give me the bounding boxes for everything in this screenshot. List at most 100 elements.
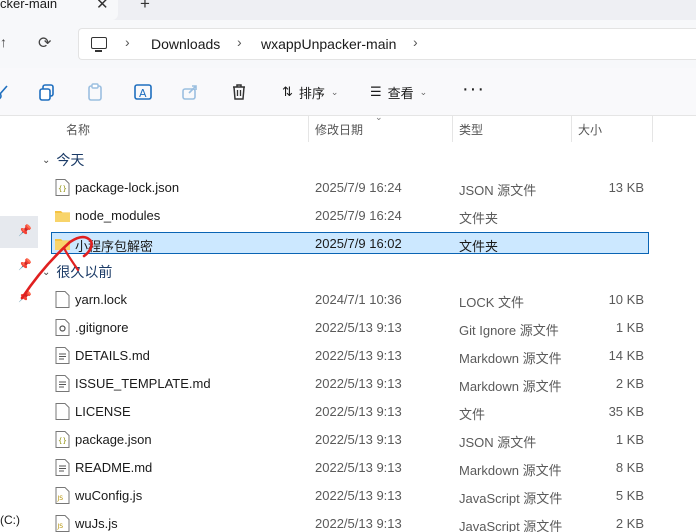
table-row-selected[interactable]: 小程序包解密 2025/7/9 16:02 文件夹: [38, 230, 696, 258]
file-name[interactable]: DETAILS.md: [75, 348, 150, 363]
table-row[interactable]: {} package.json 2022/5/13 9:13 JSON 源文件 1 KB: [38, 426, 696, 454]
column-header-type[interactable]: 类型: [459, 121, 483, 138]
svg-text:{}: {}: [58, 437, 67, 445]
file-name[interactable]: package-lock.json: [75, 180, 179, 195]
chevron-down-icon: ⌄: [42, 154, 51, 166]
rename-icon[interactable]: A: [133, 82, 153, 102]
file-name[interactable]: wuJs.js: [75, 516, 118, 531]
file-name[interactable]: node_modules: [75, 208, 160, 223]
more-options-button[interactable]: ···: [462, 78, 485, 101]
file-type: Git Ignore 源文件: [459, 323, 559, 338]
table-row[interactable]: JS wuConfig.js 2022/5/13 9:13 JavaScript 源文…: [38, 482, 696, 510]
table-row[interactable]: DETAILS.md 2022/5/13 9:13 Markdown 源文件 14 K…: [38, 342, 696, 370]
file-name[interactable]: LICENSE: [75, 404, 131, 419]
js-file-icon: JS: [55, 487, 70, 504]
chevron-down-icon: ⌄: [330, 86, 339, 97]
file-name[interactable]: package.json: [75, 432, 152, 447]
file-date: 2022/5/13 9:13: [315, 488, 402, 503]
this-pc-icon[interactable]: [91, 37, 107, 52]
file-name[interactable]: ISSUE_TEMPLATE.md: [75, 376, 211, 391]
column-divider[interactable]: [308, 116, 309, 142]
column-headers: 名称 ⌄ 修改日期 类型 大小: [38, 116, 696, 142]
column-divider[interactable]: [571, 116, 572, 142]
table-row[interactable]: README.md 2022/5/13 9:13 Markdown 源文件 8 KB: [38, 454, 696, 482]
table-row[interactable]: JS wuJs.js 2022/5/13 9:13 JavaScript 源文件 2 K…: [38, 510, 696, 532]
table-row[interactable]: .gitignore 2022/5/13 9:13 Git Ignore 源文件 1 …: [38, 314, 696, 342]
file-date: 2025/7/9 16:02: [315, 236, 402, 251]
file-name[interactable]: wuConfig.js: [75, 488, 142, 503]
annotation-scribble: [20, 235, 93, 300]
up-arrow-icon[interactable]: ↑: [0, 34, 7, 50]
command-bar: A ⇅ 排序 ⌄ ☰ 查看 ⌄ ···: [0, 68, 696, 116]
delete-icon[interactable]: [229, 82, 249, 102]
file-type: 文件: [459, 407, 486, 422]
tab-active[interactable]: cker-main ✕: [0, 0, 118, 20]
breadcrumb-wxappunpacker-main[interactable]: wxappUnpacker-main: [261, 36, 396, 52]
sort-button[interactable]: ⇅ 排序 ⌄: [282, 82, 338, 102]
breadcrumb-downloads[interactable]: Downloads: [151, 36, 220, 52]
file-name[interactable]: README.md: [75, 460, 152, 475]
file-date: 2025/7/9 16:24: [315, 208, 402, 223]
table-row[interactable]: yarn.lock 2024/7/1 10:36 LOCK 文件 10 KB: [38, 286, 696, 314]
file-type: LOCK 文件: [459, 295, 525, 310]
close-icon[interactable]: ✕: [96, 0, 109, 13]
file-type: JSON 源文件: [459, 435, 537, 450]
file-size: 5 KB: [615, 488, 644, 503]
new-tab-button[interactable]: +: [140, 0, 150, 14]
breadcrumb-separator[interactable]: ›: [125, 34, 130, 50]
svg-text:JS: JS: [57, 495, 64, 502]
js-file-icon: JS: [55, 515, 70, 532]
json-file-icon: {}: [55, 179, 70, 196]
file-list: 名称 ⌄ 修改日期 类型 大小 ⌄ 今天 {} package-lock.json…: [38, 116, 696, 532]
markdown-file-icon: [55, 347, 70, 364]
address-bar[interactable]: › Downloads › wxappUnpacker-main ›: [78, 28, 696, 60]
view-button[interactable]: ☰ 查看 ⌄: [370, 82, 427, 102]
file-date: 2022/5/13 9:13: [315, 348, 402, 363]
file-type: JSON 源文件: [459, 183, 537, 198]
svg-text:A: A: [139, 87, 147, 100]
group-header-today[interactable]: ⌄ 今天: [42, 149, 84, 171]
svg-text:JS: JS: [57, 523, 64, 530]
nav-item-drive-c[interactable]: (C:): [0, 513, 20, 527]
column-header-size[interactable]: 大小: [578, 121, 602, 138]
file-type: Markdown 源文件: [459, 463, 562, 478]
column-divider[interactable]: [452, 116, 453, 142]
paste-icon[interactable]: [85, 82, 105, 102]
column-header-date[interactable]: 修改日期: [315, 121, 363, 138]
column-divider[interactable]: [652, 116, 653, 142]
file-date: 2024/7/1 10:36: [315, 292, 402, 307]
share-icon[interactable]: [180, 82, 200, 102]
table-row[interactable]: LICENSE 2022/5/13 9:13 文件 35 KB: [38, 398, 696, 426]
file-size: 1 KB: [615, 320, 644, 335]
file-name[interactable]: .gitignore: [75, 320, 128, 335]
file-type: 文件夹: [459, 239, 499, 254]
file-date: 2022/5/13 9:13: [315, 460, 402, 475]
file-size: 2 KB: [615, 376, 644, 391]
file-size: 13 KB: [608, 180, 644, 195]
file-size: 14 KB: [608, 348, 644, 363]
cut-icon[interactable]: [0, 82, 10, 102]
json-file-icon: {}: [55, 431, 70, 448]
address-row: ↑ ⟳ › Downloads › wxappUnpacker-main ›: [0, 20, 696, 68]
file-date: 2022/5/13 9:13: [315, 404, 402, 419]
svg-text:{}: {}: [58, 185, 67, 193]
file-type: Markdown 源文件: [459, 379, 562, 394]
table-row[interactable]: node_modules 2025/7/9 16:24 文件夹: [38, 202, 696, 230]
file-icon: [55, 403, 70, 420]
file-type: 文件夹: [459, 211, 499, 226]
refresh-icon[interactable]: ⟳: [38, 33, 51, 53]
breadcrumb-separator[interactable]: ›: [413, 34, 418, 50]
table-row[interactable]: ISSUE_TEMPLATE.md 2022/5/13 9:13 Markdown …: [38, 370, 696, 398]
file-date: 2025/7/9 16:24: [315, 180, 402, 195]
navigation-pane: 📌 📌 📌 (C:): [0, 116, 38, 532]
column-header-name[interactable]: 名称: [66, 121, 90, 138]
group-label: 今天: [56, 152, 85, 168]
breadcrumb-separator[interactable]: ›: [237, 34, 242, 50]
file-date: 2022/5/13 9:13: [315, 376, 402, 391]
table-row[interactable]: {} package-lock.json 2025/7/9 16:24 JSON 源文…: [38, 174, 696, 202]
file-size: 2 KB: [615, 516, 644, 531]
copy-icon[interactable]: [37, 82, 57, 102]
file-size: 1 KB: [615, 432, 644, 447]
gear-file-icon: [55, 319, 70, 336]
chevron-down-icon: ⌄: [419, 86, 428, 97]
